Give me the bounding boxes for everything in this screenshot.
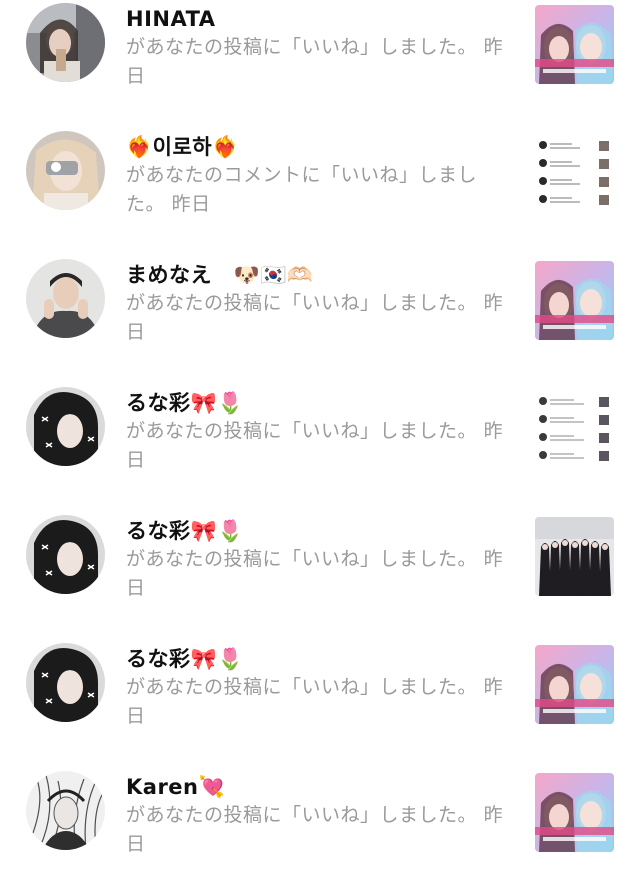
message-text: があなたの投稿に「いいね」しました。	[126, 420, 478, 442]
notification-message: があなたのコメントに「いいね」しました。 昨日	[126, 161, 506, 219]
avatar[interactable]	[26, 515, 105, 594]
notification-message: があなたの投稿に「いいね」しました。 昨日	[126, 289, 506, 347]
user-name[interactable]: るな彩🎀🌷	[126, 390, 506, 416]
notification-list: HINATA があなたの投稿に「いいね」しました。 昨日	[0, 0, 640, 888]
user-name[interactable]: まめなえ 🐶🇰🇷🫶🏻	[126, 262, 506, 288]
message-text: があなたの投稿に「いいね」しました。	[126, 676, 478, 698]
notification-message: があなたの投稿に「いいね」しました。 昨日	[126, 417, 506, 475]
message-text: があなたの投稿に「いいね」しました。	[126, 292, 478, 314]
notification-item[interactable]: ❤️‍🔥이로하❤️‍🔥 があなたのコメントに「いいね」しました。 昨日	[0, 120, 640, 248]
avatar[interactable]	[26, 3, 105, 82]
notification-item[interactable]: るな彩🎀🌷 があなたの投稿に「いいね」しました。 昨日	[0, 504, 640, 632]
user-name[interactable]: HINATA	[126, 6, 506, 32]
notification-message: があなたの投稿に「いいね」しました。 昨日	[126, 801, 506, 859]
post-thumbnail[interactable]	[535, 389, 614, 468]
user-name[interactable]: Karen💘	[126, 774, 506, 800]
post-thumbnail[interactable]	[535, 773, 614, 852]
message-text: があなたの投稿に「いいね」しました。	[126, 36, 478, 58]
timestamp: 昨日	[171, 193, 211, 215]
user-name[interactable]: るな彩🎀🌷	[126, 646, 506, 672]
avatar[interactable]	[26, 259, 105, 338]
post-thumbnail[interactable]	[535, 133, 614, 212]
avatar[interactable]	[26, 131, 105, 210]
post-thumbnail[interactable]	[535, 645, 614, 724]
notification-item[interactable]: るな彩🎀🌷 があなたの投稿に「いいね」しました。 昨日	[0, 376, 640, 504]
user-name[interactable]: るな彩🎀🌷	[126, 518, 506, 544]
notification-message: があなたの投稿に「いいね」しました。 昨日	[126, 33, 506, 91]
notification-item[interactable]: るな彩🎀🌷 があなたの投稿に「いいね」しました。 昨日	[0, 632, 640, 760]
avatar[interactable]	[26, 643, 105, 722]
message-text: があなたの投稿に「いいね」しました。	[126, 804, 478, 826]
post-thumbnail[interactable]	[535, 261, 614, 340]
notification-message: があなたの投稿に「いいね」しました。 昨日	[126, 673, 506, 731]
avatar[interactable]	[26, 771, 105, 850]
notification-message: があなたの投稿に「いいね」しました。 昨日	[126, 545, 506, 603]
notification-item[interactable]: Karen💘 があなたの投稿に「いいね」しました。 昨日	[0, 760, 640, 888]
avatar[interactable]	[26, 387, 105, 466]
notification-item[interactable]: HINATA があなたの投稿に「いいね」しました。 昨日	[0, 0, 640, 120]
post-thumbnail[interactable]	[535, 517, 614, 596]
message-text: があなたの投稿に「いいね」しました。	[126, 548, 478, 570]
notification-item[interactable]: まめなえ 🐶🇰🇷🫶🏻 があなたの投稿に「いいね」しました。 昨日	[0, 248, 640, 376]
post-thumbnail[interactable]	[535, 5, 614, 84]
user-name[interactable]: ❤️‍🔥이로하❤️‍🔥	[126, 134, 506, 160]
